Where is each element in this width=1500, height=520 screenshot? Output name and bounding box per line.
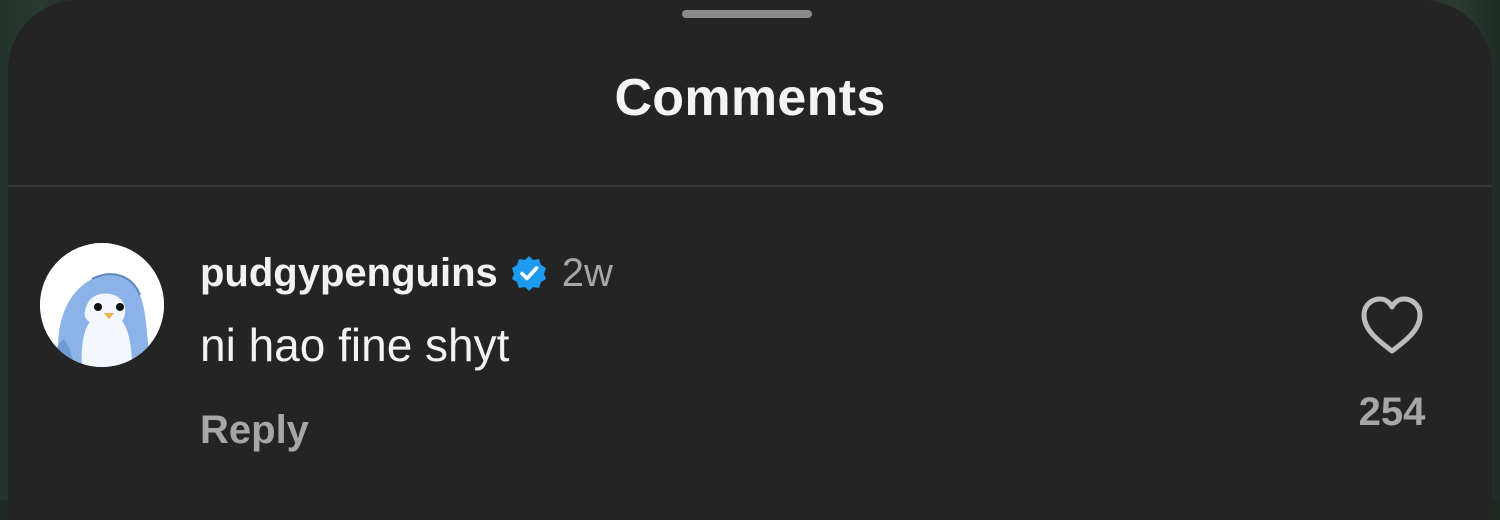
penguin-avatar-icon[interactable] — [40, 243, 164, 367]
like-count: 254 — [1358, 390, 1426, 434]
comment-header: pudgypenguins 2w — [200, 248, 613, 298]
comment-username[interactable]: pudgypenguins — [200, 251, 498, 296]
verified-badge-icon — [510, 254, 548, 292]
comment-timestamp: 2w — [561, 250, 613, 295]
drag-handle[interactable] — [682, 10, 812, 18]
sheet-title: Comments — [614, 69, 886, 127]
header-divider — [8, 185, 1492, 187]
comments-sheet: Comments pudgypenguins 2w ni hao fine sh… — [8, 0, 1492, 520]
comment-text: ni hao fine shyt — [200, 319, 510, 371]
reply-button[interactable]: Reply — [200, 408, 309, 453]
heart-outline-icon[interactable] — [1356, 293, 1428, 357]
